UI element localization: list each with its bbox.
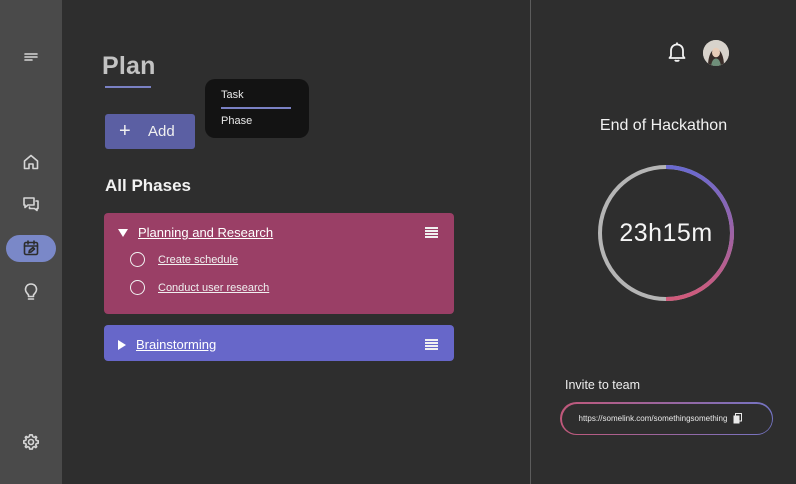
invite-link-inner: https://somelink.com/somethingsomething	[561, 403, 772, 434]
countdown-title: End of Hackathon	[599, 117, 728, 134]
invite-label: Invite to team	[565, 378, 641, 392]
drag-handle-icon[interactable]	[425, 339, 438, 350]
avatar-image	[703, 40, 729, 66]
menu-icon	[24, 53, 38, 61]
countdown-value: 23h15m	[619, 218, 713, 247]
add-dropdown-menu: Task Phase	[205, 79, 309, 138]
right-panel: End of Hackathon 23h15m Invite to team h…	[531, 0, 796, 484]
section-heading: All Phases	[105, 176, 191, 195]
caret-right-icon[interactable]	[118, 339, 126, 350]
task-item: Create schedule	[130, 252, 238, 267]
plus-icon: +	[119, 119, 131, 142]
lightbulb-icon	[24, 283, 38, 300]
task-label[interactable]: Create schedule	[158, 254, 238, 266]
phase-header: Brainstorming	[118, 337, 216, 352]
drag-handle-icon[interactable]	[425, 227, 438, 238]
dropdown-separator	[221, 107, 291, 109]
phase-card-brainstorming: Brainstorming	[104, 325, 454, 361]
task-checkbox[interactable]	[130, 280, 145, 295]
settings-icon	[23, 434, 39, 450]
dropdown-option-task[interactable]: Task	[221, 89, 244, 101]
phase-card-planning: Planning and Research Create schedule Co…	[104, 213, 454, 314]
sidebar-item-home[interactable]	[0, 147, 62, 177]
add-button[interactable]: + Add	[105, 114, 195, 149]
page-title: Plan	[102, 52, 156, 80]
phase-title[interactable]: Brainstorming	[136, 337, 216, 352]
task-item: Conduct user research	[130, 280, 269, 295]
sidebar-menu-toggle[interactable]	[0, 42, 62, 72]
sidebar-item-plan[interactable]	[0, 233, 62, 263]
app-window: Plan + Add Task Phase All Phases Plannin…	[0, 0, 796, 484]
sidebar-active-indicator	[6, 234, 56, 262]
notification-button[interactable]	[667, 41, 687, 68]
invite-link-field[interactable]: https://somelink.com/somethingsomething	[560, 402, 773, 435]
bell-icon	[668, 42, 686, 62]
sidebar-item-chat[interactable]	[0, 189, 62, 219]
main-content: Plan + Add Task Phase All Phases Plannin…	[62, 0, 530, 484]
task-label[interactable]: Conduct user research	[158, 282, 269, 294]
sidebar-item-ideas[interactable]	[0, 277, 62, 307]
dropdown-option-phase[interactable]: Phase	[221, 115, 252, 127]
add-button-label: Add	[148, 123, 175, 140]
phase-title[interactable]: Planning and Research	[138, 225, 273, 240]
sidebar	[0, 0, 62, 484]
calendar-edit-icon	[23, 240, 39, 256]
home-icon	[23, 154, 39, 170]
phase-header: Planning and Research	[118, 225, 273, 240]
caret-down-icon[interactable]	[118, 228, 128, 237]
invite-url[interactable]: https://somelink.com/somethingsomething	[579, 414, 728, 423]
copy-icon[interactable]	[733, 413, 743, 424]
sidebar-item-settings[interactable]	[0, 427, 62, 457]
page-title-underline	[105, 86, 151, 88]
user-avatar[interactable]	[703, 40, 729, 66]
chat-icon	[23, 197, 39, 212]
task-checkbox[interactable]	[130, 252, 145, 267]
